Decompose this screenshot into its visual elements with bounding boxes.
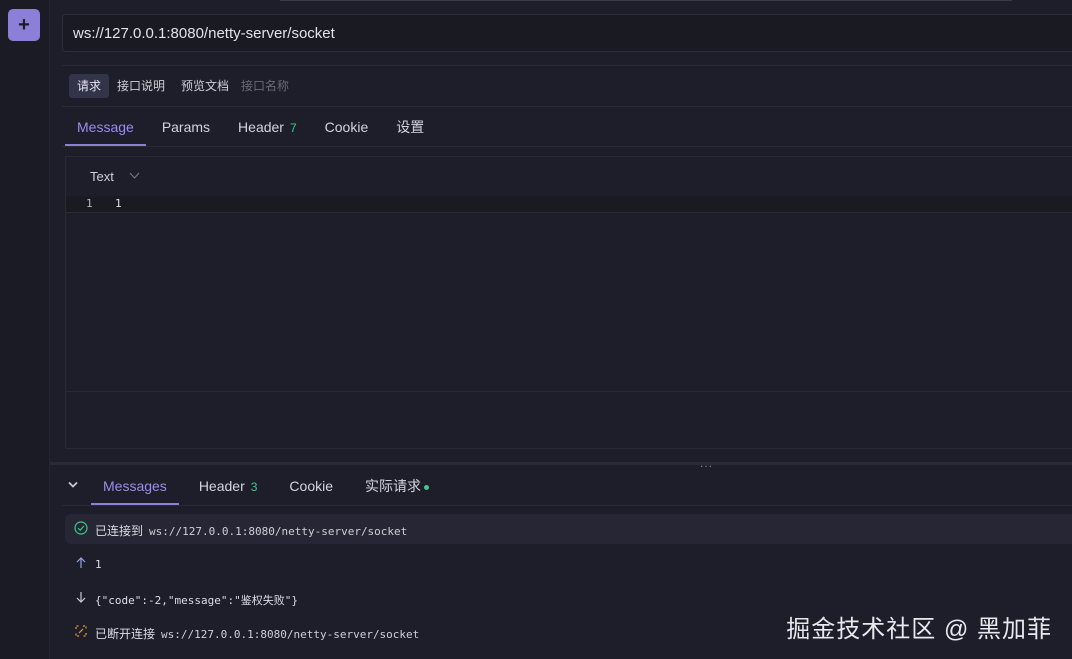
check-circle-icon — [73, 521, 89, 537]
request-tabs: 请求 接口说明 预览文档 接口名称 — [69, 74, 297, 98]
url-input[interactable]: ws://127.0.0.1:8080/netty-server/socket — [62, 14, 1072, 52]
divider — [62, 65, 1072, 66]
tab-header[interactable]: Header 7 — [226, 108, 309, 146]
tab-response-header[interactable]: Header 3 — [187, 467, 270, 505]
message-editor[interactable]: Text 1 1 — [65, 156, 1072, 449]
divider — [62, 146, 1072, 147]
collapse-chevron-icon[interactable] — [68, 478, 78, 492]
log-text: 已断开连接 ws://127.0.0.1:8080/netty-server/so… — [95, 625, 419, 642]
tab-request[interactable]: 请求 — [69, 74, 110, 98]
main-panel: ws://127.0.0.1:8080/netty-server/socket … — [50, 0, 1072, 659]
log-entry-sent[interactable]: 1 — [65, 549, 1072, 579]
log-entry-connected[interactable]: 已连接到 ws://127.0.0.1:8080/netty-server/soc… — [65, 514, 1072, 544]
chevron-down-icon[interactable] — [129, 169, 140, 183]
tab-label: Header — [238, 119, 284, 135]
disconnected-label: 已断开连接 — [95, 627, 156, 641]
format-select[interactable]: Text — [90, 169, 114, 184]
code-content[interactable]: 1 — [115, 197, 122, 210]
divider — [62, 106, 1072, 107]
line-number: 1 — [86, 197, 93, 210]
add-button[interactable]: + — [8, 9, 40, 41]
status-dot-icon — [424, 484, 430, 490]
tab-api-description[interactable]: 接口说明 — [109, 74, 173, 98]
tab-cookie[interactable]: Cookie — [313, 108, 381, 146]
sent-message: 1 — [95, 558, 102, 571]
tab-response-cookie[interactable]: Cookie — [277, 467, 345, 505]
connected-label: 已连接到 — [95, 524, 144, 538]
tab-label: Params — [161, 119, 211, 135]
tab-actual-request[interactable]: 实际请求 — [353, 467, 441, 505]
plus-icon: + — [18, 13, 30, 36]
url-value[interactable]: ws://127.0.0.1:8080/netty-server/socket — [73, 25, 335, 42]
disconnect-icon — [73, 624, 89, 640]
editor-divider — [66, 391, 1072, 392]
tab-label: Message — [77, 119, 134, 135]
tab-label: Cookie — [289, 478, 334, 494]
top-divider — [280, 0, 1012, 1]
panel-splitter[interactable] — [50, 462, 1072, 465]
received-message: {"code":-2,"message":"鉴权失败"} — [95, 594, 298, 607]
editor-toolbar: Text — [66, 157, 1072, 195]
left-sidebar: + — [0, 0, 50, 659]
tab-settings[interactable]: 设置 — [384, 108, 436, 146]
divider — [62, 505, 1072, 506]
tab-label: 实际请求 — [365, 478, 422, 494]
tab-label: Header — [198, 478, 245, 494]
connected-url: ws://127.0.0.1:8080/netty-server/socket — [149, 525, 408, 538]
response-tabs: Messages Header 3 Cookie 实际请求 — [91, 467, 449, 505]
message-tabs: Message Params Header 7 Cookie 设置 — [65, 108, 440, 146]
tab-label: Cookie — [324, 119, 369, 135]
tab-messages[interactable]: Messages — [91, 467, 179, 505]
tab-label: 设置 — [396, 119, 425, 135]
disconnected-url: ws://127.0.0.1:8080/netty-server/socket — [161, 628, 420, 641]
tab-message[interactable]: Message — [65, 108, 146, 146]
tab-label: Messages — [103, 478, 167, 494]
drag-handle-icon[interactable]: ... — [700, 456, 713, 470]
header-count-badge: 7 — [289, 121, 297, 135]
watermark: 掘金技术社区 @ 黑加菲 — [786, 616, 1052, 643]
api-name-input[interactable]: 接口名称 — [237, 74, 297, 98]
arrow-down-icon — [73, 590, 89, 606]
tab-params[interactable]: Params — [150, 108, 222, 146]
tab-preview-docs[interactable]: 预览文档 — [173, 74, 237, 98]
active-code-line — [66, 196, 1072, 213]
arrow-up-icon — [73, 556, 89, 572]
log-text: 已连接到 ws://127.0.0.1:8080/netty-server/soc… — [95, 522, 407, 539]
header-count-badge: 3 — [250, 480, 258, 494]
